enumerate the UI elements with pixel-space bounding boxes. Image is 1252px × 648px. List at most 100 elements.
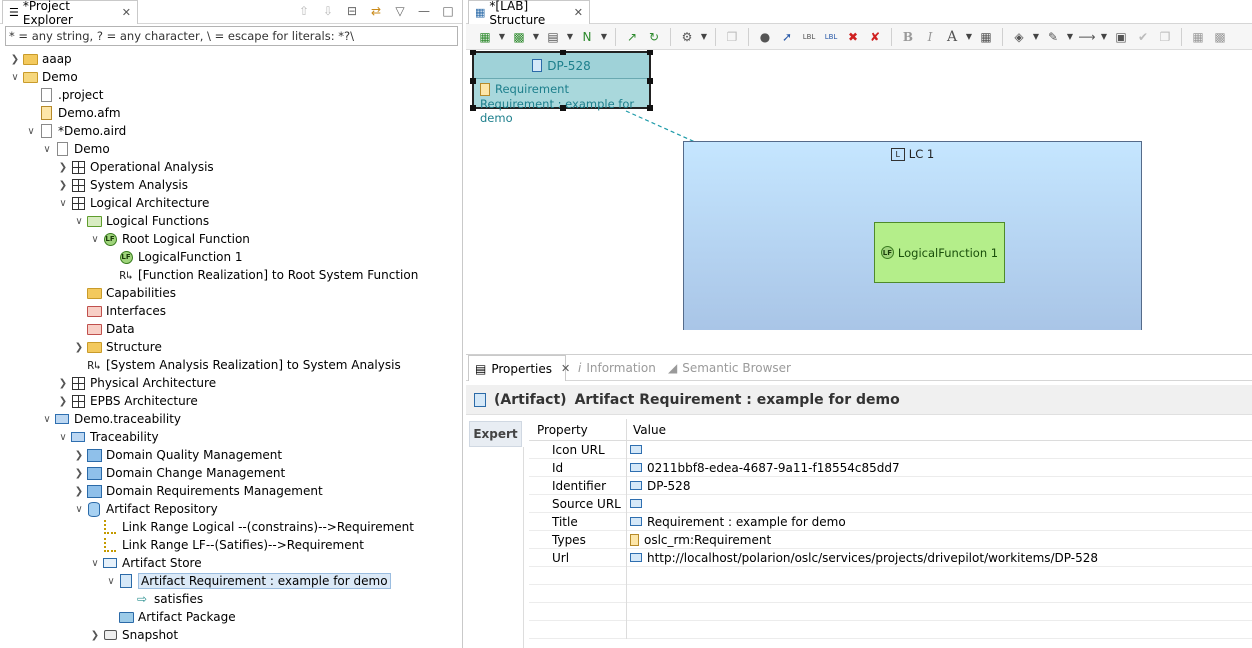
chevron-down-icon[interactable]: ▼	[1030, 27, 1042, 47]
chevron-down-icon[interactable]: ∨	[104, 572, 118, 590]
tree-item[interactable]: .project	[0, 86, 462, 104]
property-value-cell[interactable]: Requirement : example for demo	[627, 513, 1252, 531]
tree-item[interactable]: ∨ Logical Functions	[0, 212, 462, 230]
resize-handle[interactable]	[470, 78, 476, 84]
tree-item[interactable]: ⇨ satisfies	[0, 590, 462, 608]
chevron-right-icon[interactable]: ❯	[72, 482, 86, 500]
tree-item[interactable]: R↳ [System Analysis Realization] to Syste…	[0, 356, 462, 374]
chevron-right-icon[interactable]: ❯	[72, 446, 86, 464]
table-row[interactable]: Title Requirement : example for demo	[529, 512, 1252, 531]
chevron-down-icon[interactable]: ∨	[72, 212, 86, 230]
filter-input[interactable]	[5, 26, 458, 46]
property-value-cell[interactable]	[627, 441, 1252, 459]
tab-properties[interactable]: ▤ Properties ✕	[468, 355, 570, 381]
property-value-cell[interactable]: 0211bbf8-edea-4687-9a11-f18554c85dd7	[627, 459, 1252, 477]
table-row[interactable]: Id 0211bbf8-edea-4687-9a11-f18554c85dd7	[529, 458, 1252, 477]
minimize-icon[interactable]: —	[416, 3, 432, 19]
line-style-icon[interactable]: ⟶	[1076, 27, 1098, 47]
maximize-icon[interactable]: □	[440, 3, 456, 19]
tree-item[interactable]: ∨ Demo.traceability	[0, 410, 462, 428]
chevron-right-icon[interactable]: ❯	[56, 374, 70, 392]
property-value-cell[interactable]	[627, 495, 1252, 513]
tree-item[interactable]: ∨ Artifact Requirement : example for demo	[0, 572, 462, 590]
chevron-right-icon[interactable]: ❯	[88, 626, 102, 644]
chevron-down-icon[interactable]: ▼	[496, 27, 508, 47]
view-menu-icon[interactable]: ▽	[392, 3, 408, 19]
tree-item[interactable]: Link Range LF--(Satifies)-->Requirement	[0, 536, 462, 554]
italic-icon[interactable]: I	[919, 27, 941, 47]
chevron-down-icon[interactable]: ∨	[8, 68, 22, 86]
tree-item[interactable]: Capabilities	[0, 284, 462, 302]
chevron-down-icon[interactable]: ∨	[88, 230, 102, 248]
copy-layout-icon[interactable]: ❐	[1154, 27, 1176, 47]
tree-item[interactable]: ❯ Domain Quality Management	[0, 446, 462, 464]
chevron-down-icon[interactable]: ▼	[564, 27, 576, 47]
lc-1-node[interactable]: L LC 1 LF LogicalFunction 1	[683, 141, 1142, 330]
layers-icon[interactable]: N	[576, 27, 598, 47]
table-row[interactable]: Icon URL	[529, 440, 1252, 459]
tree-item[interactable]: ❯ Domain Change Management	[0, 464, 462, 482]
chevron-down-icon[interactable]: ∨	[40, 140, 54, 158]
tree-item[interactable]: ∨ Artifact Store	[0, 554, 462, 572]
chevron-right-icon[interactable]: ❯	[56, 392, 70, 410]
tab-lab-structure[interactable]: ▦ *[LAB] Structure ✕	[468, 0, 590, 27]
arrow-down-icon[interactable]: ⇩	[320, 3, 336, 19]
tree-item[interactable]: Demo.afm	[0, 104, 462, 122]
tab-project-explorer[interactable]: ☰ *Project Explorer ✕	[2, 0, 138, 27]
chevron-down-icon[interactable]: ▼	[1098, 27, 1110, 47]
arrow-up-icon[interactable]: ⇧	[296, 3, 312, 19]
reset-style-icon[interactable]: ✔	[1132, 27, 1154, 47]
table-row[interactable]: Url http://localhost/polarion/oslc/servic…	[529, 548, 1252, 567]
fill-color-icon[interactable]: ◈	[1008, 27, 1030, 47]
unpin-icon[interactable]: ➚	[776, 27, 798, 47]
chevron-down-icon[interactable]: ∨	[40, 410, 54, 428]
select-all-icon[interactable]: ▦	[1187, 27, 1209, 47]
resize-handle[interactable]	[647, 105, 653, 111]
resize-handle[interactable]	[470, 105, 476, 111]
tree-item[interactable]: ∨ Demo	[0, 140, 462, 158]
table-row[interactable]: Source URL	[529, 494, 1252, 513]
chevron-right-icon[interactable]: ❯	[8, 50, 22, 68]
chevron-down-icon[interactable]: ▼	[530, 27, 542, 47]
tree-item[interactable]: ❯ Physical Architecture	[0, 374, 462, 392]
refresh-icon[interactable]: ↻	[643, 27, 665, 47]
property-value-cell[interactable]: oslc_rm:Requirement	[627, 531, 1252, 549]
dp-528-node[interactable]: DP-528 Requirement Requirement : example…	[470, 50, 653, 125]
zoom-icon[interactable]: ▩	[1209, 27, 1231, 47]
tab-semantic-browser[interactable]: ◢ Semantic Browser	[662, 355, 797, 381]
tree-item[interactable]: ∨ Logical Architecture	[0, 194, 462, 212]
layout-icon[interactable]: ▩	[508, 27, 530, 47]
copy-format-icon[interactable]: ❐	[721, 27, 743, 47]
property-value-cell[interactable]: http://localhost/polarion/oslc/services/…	[627, 549, 1252, 567]
tree-item[interactable]: ❯ EPBS Architecture	[0, 392, 462, 410]
tree-item[interactable]: LF LogicalFunction 1	[0, 248, 462, 266]
diagram-canvas[interactable]: DP-528 Requirement Requirement : example…	[466, 50, 1252, 330]
export-icon[interactable]: ↗	[621, 27, 643, 47]
tree-item[interactable]: ∨ *Demo.aird	[0, 122, 462, 140]
chevron-down-icon[interactable]: ▼	[963, 27, 975, 47]
chevron-down-icon[interactable]: ∨	[88, 554, 102, 572]
resize-handle[interactable]	[560, 105, 566, 111]
chevron-down-icon[interactable]: ▼	[1064, 27, 1076, 47]
close-icon[interactable]: ✕	[561, 362, 570, 375]
tree-item[interactable]: ❯ aaap	[0, 50, 462, 68]
delete-from-model-icon[interactable]: ✘	[864, 27, 886, 47]
table-row[interactable]: Identifier DP-528	[529, 476, 1252, 495]
image-icon[interactable]: ▣	[1110, 27, 1132, 47]
chevron-down-icon[interactable]: ∨	[24, 122, 38, 140]
table-row[interactable]: Types oslc_rm:Requirement	[529, 530, 1252, 549]
close-icon[interactable]: ✕	[122, 6, 131, 19]
tree-item[interactable]: Artifact Package	[0, 608, 462, 626]
bold-icon[interactable]: B	[897, 27, 919, 47]
chevron-down-icon[interactable]: ▼	[698, 27, 710, 47]
select-icon[interactable]: ⚙	[676, 27, 698, 47]
chevron-right-icon[interactable]: ❯	[56, 176, 70, 194]
tree-item[interactable]: ∨ LF Root Logical Function	[0, 230, 462, 248]
tree-item[interactable]: ❯ System Analysis	[0, 176, 462, 194]
chevron-right-icon[interactable]: ❯	[72, 464, 86, 482]
chevron-down-icon[interactable]: ∨	[56, 428, 70, 446]
link-with-editor-icon[interactable]: ⇄	[368, 3, 384, 19]
pin-icon[interactable]: ●	[754, 27, 776, 47]
tree-item[interactable]: Link Range Logical --(constrains)-->Requ…	[0, 518, 462, 536]
arrange-icon[interactable]: ▦	[474, 27, 496, 47]
